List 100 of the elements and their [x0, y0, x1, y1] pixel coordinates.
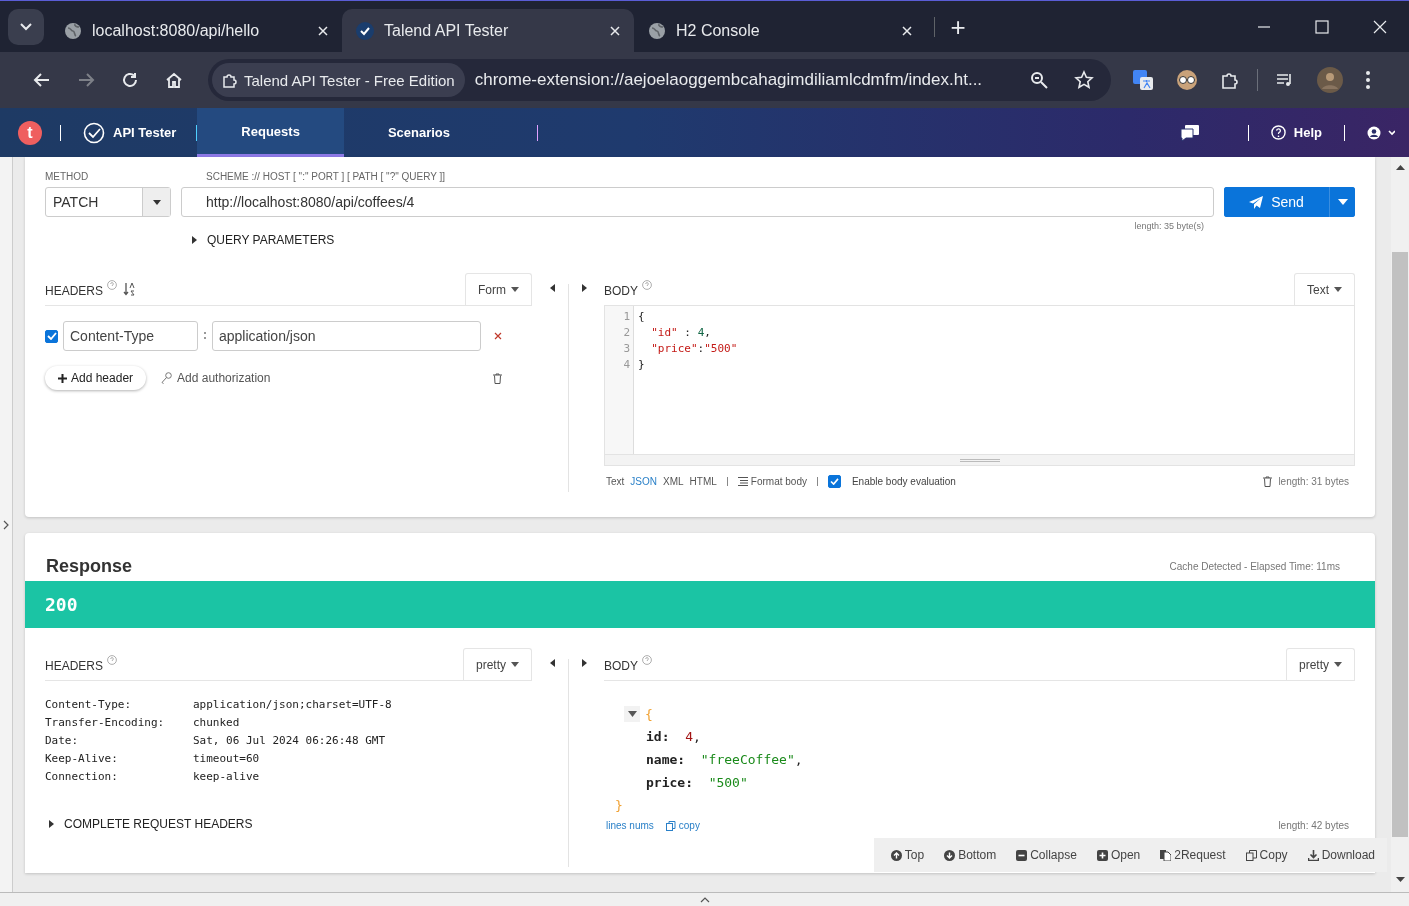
- add-header-button[interactable]: Add header: [45, 366, 147, 390]
- caret-icon: [511, 662, 519, 667]
- close-icon[interactable]: [318, 25, 328, 36]
- collapse-left-icon[interactable]: [549, 284, 555, 292]
- headers-mode-dropdown[interactable]: pretty: [463, 648, 532, 680]
- toolbar-button[interactable]: Download: [1307, 848, 1375, 862]
- response-title: Response: [46, 555, 133, 577]
- more-icon[interactable]: [1365, 70, 1371, 90]
- tab-search-button[interactable]: [8, 8, 44, 45]
- toolbar-button[interactable]: Collapse: [1016, 848, 1077, 862]
- nav-tab[interactable]: Requests: [197, 108, 344, 157]
- nav-tab[interactable]: Scenarios: [343, 108, 495, 157]
- line-number: 1: [623, 309, 630, 325]
- caret-icon: [511, 287, 519, 292]
- caret-icon: [1334, 287, 1342, 292]
- headers-title: HEADERS: [45, 284, 103, 298]
- toolbar-button[interactable]: Bottom: [944, 848, 997, 862]
- format-link[interactable]: XML: [663, 476, 684, 487]
- format-link[interactable]: HTML: [689, 476, 717, 487]
- user-icon[interactable]: [1367, 125, 1395, 140]
- format-link[interactable]: Text: [606, 476, 625, 487]
- headers-mode-dropdown[interactable]: Form: [465, 273, 532, 305]
- new-tab-button[interactable]: +: [943, 13, 973, 40]
- check-circle-icon: [83, 121, 105, 144]
- translate-icon[interactable]: [1132, 69, 1154, 91]
- trash-icon[interactable]: [493, 372, 502, 384]
- arrow-up-icon: [890, 849, 902, 861]
- add-authorization-link[interactable]: Add authorization: [161, 371, 271, 385]
- checkmark-icon: [356, 21, 374, 40]
- header-value: application/json;charset=UTF-8: [193, 698, 392, 711]
- header-checkbox[interactable]: [45, 329, 58, 343]
- zoom-icon[interactable]: [1030, 71, 1048, 89]
- product-name: API Tester: [113, 125, 177, 140]
- browser-tab[interactable]: localhost:8080/api/hello: [50, 8, 342, 53]
- toolbar-button[interactable]: Top: [890, 848, 925, 862]
- caret-icon: [152, 199, 161, 205]
- caret-icon[interactable]: [624, 706, 640, 722]
- close-icon[interactable]: [1373, 19, 1387, 34]
- align-icon: [737, 477, 748, 486]
- trash-icon[interactable]: [1263, 476, 1273, 487]
- arrow-down-icon: [944, 849, 956, 861]
- back-icon[interactable]: [33, 71, 51, 89]
- help-link[interactable]: Help: [1270, 125, 1322, 140]
- query-parameters-toggle[interactable]: QUERY PARAMETERS: [192, 233, 335, 247]
- home-icon[interactable]: [165, 71, 183, 89]
- body-mode-dropdown[interactable]: Text: [1294, 273, 1355, 305]
- star-icon[interactable]: [1074, 70, 1094, 90]
- code-line: }: [638, 357, 646, 373]
- document-icon: [1160, 849, 1172, 861]
- chat-icon[interactable]: [1179, 123, 1200, 142]
- avatar-icon[interactable]: [1317, 67, 1343, 93]
- header-value: timeout=60: [193, 752, 260, 765]
- glasses-icon[interactable]: [1176, 69, 1198, 91]
- collapse-left-icon[interactable]: [549, 659, 555, 667]
- close-icon[interactable]: [610, 25, 620, 36]
- format-body-button[interactable]: Format body: [737, 476, 807, 487]
- line-number: 4: [623, 357, 630, 373]
- line-numbers-link[interactable]: lines nums: [606, 820, 654, 831]
- plus-icon: [58, 373, 67, 383]
- expand-icon[interactable]: [3, 519, 9, 530]
- sort-icon[interactable]: [123, 282, 135, 296]
- body-length: length: 31 bytes: [1278, 476, 1349, 487]
- evaluation-checkbox[interactable]: [827, 475, 841, 488]
- browser-tab[interactable]: H2 Console: [634, 8, 926, 53]
- toolbar-button[interactable]: 2Request: [1160, 848, 1226, 862]
- code-line: "price":"500": [650, 341, 738, 357]
- site-chip[interactable]: Talend API Tester - Free Edition: [212, 63, 465, 97]
- minus-icon: [1016, 849, 1028, 861]
- extensions-icon[interactable]: [1220, 70, 1240, 90]
- method-select[interactable]: PATCH: [45, 187, 171, 217]
- scrollbar-thumb[interactable]: [1392, 252, 1408, 837]
- collapse-right-icon[interactable]: [581, 284, 587, 292]
- header-value: chunked: [193, 716, 240, 729]
- header-name: Keep-Alive:: [45, 752, 119, 765]
- scroll-up-icon[interactable]: [1395, 165, 1405, 170]
- close-icon[interactable]: [902, 25, 912, 36]
- code-editor[interactable]: 1 2 3 4 { "id" : 4, "price":"500" }: [604, 305, 1355, 466]
- reload-icon[interactable]: [121, 71, 139, 89]
- header-name-field[interactable]: Content-Type: [63, 321, 198, 351]
- url-field[interactable]: http://localhost:8080/api/coffees/4: [181, 187, 1214, 217]
- copy-link[interactable]: copy: [665, 820, 700, 831]
- scroll-down-icon[interactable]: [1395, 877, 1405, 882]
- expand-up-icon[interactable]: [699, 896, 710, 903]
- header-value-field[interactable]: application/json: [212, 321, 481, 351]
- code-line: "id" : 4,: [650, 325, 712, 341]
- collapse-right-icon[interactable]: [581, 659, 587, 667]
- toolbar-button[interactable]: Open: [1096, 848, 1141, 862]
- complete-request-headers-toggle[interactable]: COMPLETE REQUEST HEADERS: [49, 817, 253, 831]
- send-options-button[interactable]: [1329, 187, 1355, 217]
- body-title: BODY: [604, 659, 638, 673]
- address-bar[interactable]: Talend API Tester - Free Edition chrome-extension://aejoelaoggembcahagimdiliamlcdmfm/index.ht...: [208, 59, 1111, 101]
- maximize-icon[interactable]: [1315, 19, 1329, 34]
- json-line: id: 4,: [646, 728, 701, 746]
- body-mode-dropdown[interactable]: pretty: [1286, 648, 1355, 680]
- format-link[interactable]: JSON: [630, 476, 657, 487]
- toolbar-button[interactable]: Copy: [1245, 848, 1288, 862]
- resize-handle-icon[interactable]: [959, 458, 1000, 462]
- remove-icon[interactable]: [494, 332, 502, 340]
- browser-tab[interactable]: Talend API Tester: [342, 8, 634, 53]
- forward-icon[interactable]: [77, 71, 95, 89]
